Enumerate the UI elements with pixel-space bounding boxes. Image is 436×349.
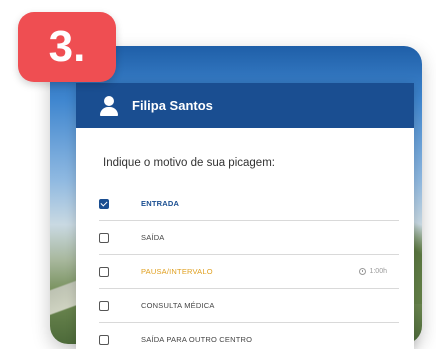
option-entrada[interactable]: ENTRADA: [99, 187, 399, 221]
option-saida[interactable]: SAÍDA: [99, 221, 399, 255]
options-list: ENTRADA SAÍDA PAUSA/INTERVALO 1:00h CONS…: [99, 187, 399, 349]
user-name: Filipa Santos: [132, 98, 213, 113]
checkbox-saida[interactable]: [99, 232, 109, 243]
app-panel: Filipa Santos Indique o motivo de sua pi…: [76, 83, 414, 349]
option-label: ENTRADA: [141, 199, 180, 208]
option-consulta[interactable]: CONSULTA MÉDICA: [99, 289, 399, 323]
step-badge: 3.: [18, 12, 116, 82]
option-pausa[interactable]: PAUSA/INTERVALO 1:00h: [99, 255, 399, 289]
option-label: CONSULTA MÉDICA: [141, 301, 215, 310]
option-label: SAÍDA: [141, 233, 165, 242]
checkbox-consulta[interactable]: [99, 300, 109, 311]
pause-duration-text: 1:00h: [369, 268, 387, 275]
app-header: Filipa Santos: [76, 83, 414, 128]
option-outro-centro[interactable]: SAÍDA PARA OUTRO CENTRO: [99, 323, 399, 349]
pause-duration: 1:00h: [359, 268, 387, 275]
user-icon: [100, 95, 118, 116]
clock-icon: [359, 268, 367, 275]
checkbox-pausa[interactable]: [99, 266, 109, 277]
option-label: SAÍDA PARA OUTRO CENTRO: [141, 335, 253, 344]
checkbox-entrada[interactable]: [99, 198, 109, 209]
prompt-text: Indique o motivo de sua picagem:: [103, 157, 275, 169]
checkbox-outro-centro[interactable]: [99, 334, 109, 345]
option-label: PAUSA/INTERVALO: [141, 267, 213, 276]
